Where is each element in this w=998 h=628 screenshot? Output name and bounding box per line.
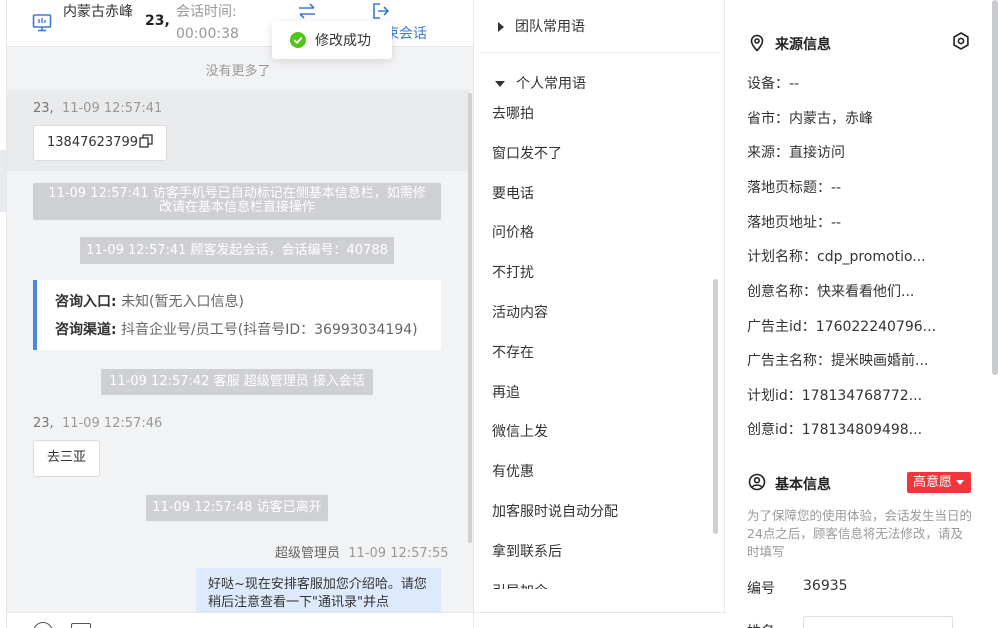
phrase-item[interactable]: 要电话 [474,175,720,215]
nav-marker [0,150,6,212]
transfer-icon[interactable] [296,2,318,20]
phrase-item[interactable]: 窗口发不了 [474,135,720,175]
visitor-message-bubble[interactable]: 13847623799 [33,125,167,161]
copy-icon[interactable] [139,134,153,148]
message-meta: 23, 11-09 12:57:41 [33,101,162,116]
left-nav-strip [0,0,7,628]
consult-entry-label: 咨询入口: [55,294,117,310]
source-field-origin: 来源：直接访问 [747,145,845,161]
success-toast: 修改成功 [272,21,392,59]
source-field-device: 设备：-- [747,76,800,92]
visitor-id: 23, [145,13,170,29]
message-sender: 超级管理员 [275,546,341,561]
system-notice: 11-09 12:57:41 访客手机号已自动标记在侧基本信息栏，如需修改请在基… [33,183,441,220]
system-notice: 11-09 12:57:42 客服 超级管理员 接入会话 [101,369,373,395]
message-list[interactable]: 没有更多了 23, 11-09 12:57:41 13847623799 11-… [7,47,473,612]
emoji-icon[interactable] [33,622,53,628]
caret-right-icon [498,22,504,32]
edit-deadline-notice: 为了保障您的使用体验，会话发生当日的24点之后，顾客信息将无法修改，请及时填写 [747,508,973,559]
customer-id-value: 36935 [803,578,848,594]
phrase-item[interactable]: 再追 [474,374,720,414]
source-info-title: 来源信息 [775,37,831,53]
message-time: 11-09 12:57:55 [348,546,449,561]
consult-info-card: 咨询入口: 未知(暂无入口信息) 咨询渠道: 抖音企业号/员工号(抖音号ID：3… [33,280,441,350]
message-time: 11-09 12:57:46 [61,416,163,431]
message-text: 13847623799 [47,135,138,150]
visitor-message-bubble[interactable]: 去三亚 [33,440,101,477]
source-field-landing-title: 落地页标题：-- [747,180,842,196]
phrase-item[interactable]: 拿到联系后 [474,533,720,573]
phrase-item[interactable]: 加客服时说自动分配 [474,493,720,533]
phrase-item[interactable]: 问价格 [474,214,720,254]
chat-header: 内蒙古赤峰 23, 会话时间: 00:00:38 束会话 [7,0,473,47]
session-timer: 00:00:38 [176,26,239,42]
consult-entry-value: 未知(暂无入口信息) [121,294,244,310]
phrase-footer [474,612,726,628]
phrase-item[interactable]: 不打扰 [474,254,720,294]
exit-icon[interactable] [371,2,391,20]
message-time: 11-09 12:57:41 [61,101,163,116]
source-field-advertiser-name: 广告主名称：提米映画婚前... [747,353,929,369]
message-meta: 超级管理员 11-09 12:57:55 [275,542,449,561]
intent-level-label: 高意愿 [913,475,953,490]
phrase-item[interactable]: 微信上发 [474,413,720,453]
system-notice: 11-09 12:57:41 顾客发起会话，会话编号：40788 [80,237,394,264]
team-phrases-label: 团队常用语 [515,19,585,35]
source-field-creative-name: 创意名称：快来看看他们... [747,284,915,300]
system-notice: 11-09 12:57:48 访客已离开 [146,495,328,521]
phrase-item[interactable]: 有优惠 [474,453,720,493]
image-icon[interactable] [71,623,91,628]
personal-phrases-label: 个人常用语 [516,76,586,92]
caret-down-icon [495,81,505,87]
monitor-icon [32,14,52,32]
location-pin-icon [750,34,764,52]
phrase-item[interactable]: 活动内容 [474,294,720,334]
source-field-plan-name: 计划名称：cdp_promotio... [747,249,926,265]
toast-message: 修改成功 [315,33,371,49]
customer-info-panel: 来源信息 设备：-- 省市：内蒙古，赤峰 来源：直接访问 落地页标题：-- 落地… [726,0,998,628]
source-field-creative-id: 创意id：178134809498... [747,422,923,438]
message-sender: 23, [33,101,54,116]
user-circle-icon [748,473,766,491]
phrase-scrollbar[interactable] [713,279,718,534]
chat-scrollbar[interactable] [468,93,472,543]
phrase-item[interactable]: 去哪拍 [474,95,720,135]
source-field-region: 省市：内蒙古，赤峰 [747,111,873,127]
session-time-label: 会话时间: [176,4,237,20]
consult-entry: 咨询入口: 未知(暂无入口信息) [55,291,244,311]
team-phrases-group[interactable]: 团队常用语 [490,16,585,36]
intent-level-dropdown[interactable]: 高意愿 [907,472,971,493]
caret-down-icon [956,480,964,485]
divider [480,52,720,53]
info-scrollbar[interactable] [992,0,998,375]
consult-channel: 咨询渠道: 抖音企业号/员工号(抖音号ID：36993034194) [55,319,418,339]
no-more-hint: 没有更多了 [205,64,271,79]
message-text: 去三亚 [47,450,87,465]
phrase-item[interactable]: 不存在 [474,334,720,374]
personal-phrases-group[interactable]: 个人常用语 [490,73,586,93]
name-label: 姓名 [747,621,775,628]
phrase-item[interactable]: 引导加企 [474,573,720,589]
chat-toolbar [7,612,473,628]
basic-info-title: 基本信息 [775,477,831,493]
name-input[interactable] [803,616,953,628]
source-field-landing-url: 落地页地址：-- [747,215,842,231]
consult-channel-value: 抖音企业号/员工号(抖音号ID：36993034194) [121,322,418,338]
consult-channel-label: 咨询渠道: [55,322,117,338]
source-field-advertiser-id: 广告主id：176022240796... [747,319,937,335]
success-check-icon [290,32,306,48]
settings-icon[interactable] [951,31,971,51]
source-field-plan-id: 计划id：178134768772... [747,388,923,404]
message-sender: 23, [33,416,54,431]
chat-panel: 内蒙古赤峰 23, 会话时间: 00:00:38 束会话 修改成功 没有更多了 … [7,0,473,628]
quick-phrases-panel: 团队常用语 个人常用语 去哪拍 窗口发不了 要电话 问价格 不打扰 活动内容 不… [473,0,726,628]
message-meta: 23, 11-09 12:57:46 [33,416,162,431]
phrase-list[interactable]: 去哪拍 窗口发不了 要电话 问价格 不打扰 活动内容 不存在 再追 微信上发 有… [474,95,720,589]
customer-id-label: 编号 [747,581,775,597]
agent-message-bubble[interactable]: 好哒~现在安排客服加您介绍哈。请您稍后注意查看一下"通讯录"并点 [196,568,441,612]
visitor-location-name: 内蒙古赤峰 [63,4,133,20]
